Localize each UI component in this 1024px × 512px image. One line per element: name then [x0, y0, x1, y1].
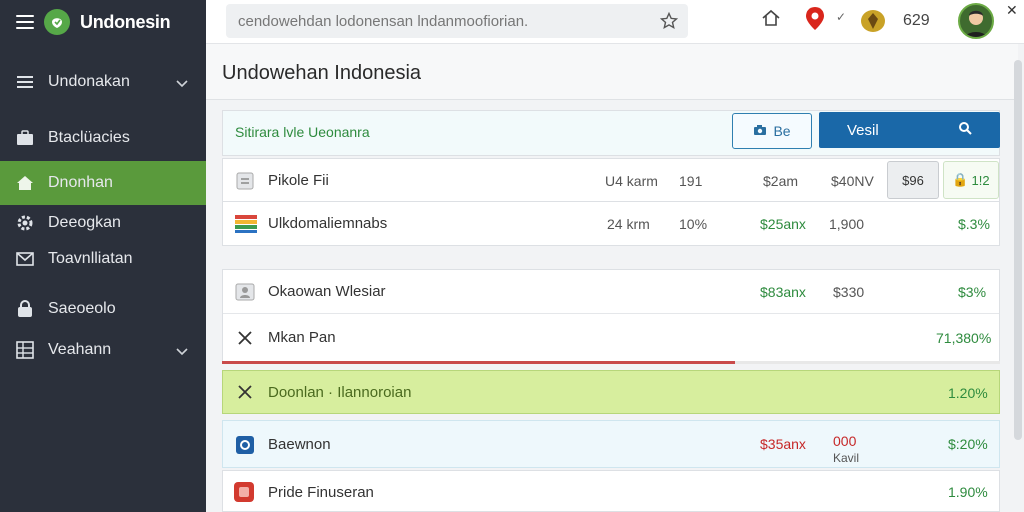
row-name: Ulkdomaliemnabs [268, 215, 388, 232]
table-row[interactable]: Okaowan Wlesiar $83anx $330 $3% [223, 270, 999, 314]
row-action-button[interactable]: 🔒 1!2 [943, 161, 999, 199]
briefcase-icon [16, 129, 34, 147]
topbar: ✓ 629 ✕ [206, 0, 1024, 44]
search-icon [958, 121, 972, 139]
primary-search-button[interactable]: Vesil [819, 112, 1000, 148]
row-cell: $3% [958, 284, 987, 300]
app-red-icon [233, 481, 255, 508]
row-button-label: 1!2 [971, 172, 990, 188]
row-cell: $:20% [948, 436, 988, 452]
row-cell: 1,900 [829, 216, 865, 232]
app-square-icon [235, 435, 255, 460]
row-name: Baewnon [268, 436, 331, 453]
search-input[interactable] [238, 11, 648, 31]
chevron-down-icon[interactable] [176, 343, 188, 361]
table-row[interactable]: Mkan Pan 71,380% [223, 316, 999, 360]
user-card-icon [235, 282, 255, 302]
row-cell: 1.90% [948, 484, 988, 500]
row-name: Okaowan Wlesiar [268, 283, 386, 300]
row-cell-sub: Kavil [833, 451, 860, 465]
primary-button-label: Vesil [847, 121, 879, 139]
toolbar-label: Sitirara lvle Ueonanra [235, 124, 370, 140]
small-button-label: Be [773, 123, 791, 139]
page-header: Undowehan Indonesia [206, 44, 1018, 100]
color-bars-icon [235, 214, 257, 234]
close-icon[interactable] [235, 328, 255, 348]
top-count: 629 [903, 12, 930, 29]
sidebar-item-label: Deeogkan [48, 214, 121, 231]
row-cell: U4 karm [605, 173, 658, 189]
toolbar-panel: Sitirara lvle Ueonanra Be Vesil [222, 110, 1000, 156]
sidebar-item-label: Veahann [48, 341, 112, 358]
grid-icon [16, 341, 34, 359]
home-icon [16, 174, 34, 192]
sidebar-item-label: Dnonhan [48, 174, 113, 191]
camera-icon [753, 123, 767, 139]
lock-icon [16, 300, 34, 318]
row-cell: 191 [679, 173, 703, 189]
progress-fill [222, 361, 736, 364]
emblem-icon[interactable] [860, 9, 886, 38]
sidebar-item-saeoeolo[interactable]: Saeoeolo [0, 287, 206, 331]
sidebar-item-label: Saeoeolo [48, 300, 116, 317]
sidebar-item-dnonhan[interactable]: Dnonhan [0, 161, 206, 205]
sidebar-item-label: Undonakan [48, 73, 130, 90]
brand: Undonesin [0, 0, 206, 44]
table-row-highlighted[interactable]: Doonlan · Ilannoroian 1.20% [222, 370, 1000, 414]
row-cell: $.3% [958, 216, 990, 232]
home-icon[interactable] [761, 8, 781, 33]
document-icon [235, 171, 255, 191]
close-icon[interactable]: ✕ [1006, 2, 1018, 19]
star-icon[interactable] [659, 11, 679, 35]
app-name: Undonesin [80, 11, 171, 32]
search-box [226, 4, 688, 38]
sidebar-item-toavnlliatan[interactable]: Toavnlliatan [0, 237, 206, 281]
row-cell: $2am [763, 173, 799, 189]
lock-icon: 🔒 [952, 172, 969, 187]
small-action-button[interactable]: Be [732, 113, 812, 149]
hamburger-menu-icon[interactable] [16, 15, 34, 29]
row-cell: 24 krm [607, 216, 650, 232]
logo-icon [44, 9, 70, 35]
sidebar-item-label: Toavnlliatan [48, 250, 133, 267]
row-name: Pride Finuseran [268, 484, 374, 501]
row-group: Okaowan Wlesiar $83anx $330 $3% Mkan Pan… [222, 269, 1000, 364]
table-row[interactable]: Pikole Fii U4 karm 191 $2am $40NV $96 🔒 1… [222, 158, 1000, 202]
row-cell: $83anx [760, 284, 806, 300]
row-cell: $25anx [760, 216, 806, 232]
table-row[interactable]: Ulkdomaliemnabs 24 krm 10% $25anx 1,900 … [222, 202, 1000, 246]
progress-bar [222, 361, 1000, 364]
sidebar-item-undonakan[interactable]: Undonakan [0, 60, 206, 104]
sidebar-item-btacluacies[interactable]: Btaclüacies [0, 116, 206, 160]
mail-icon [16, 250, 34, 268]
row-name: Pikole Fii [268, 172, 329, 189]
row-cell: $330 [833, 284, 865, 300]
small-mark-icon: ✓ [836, 10, 847, 24]
row-cell: $35anx [760, 436, 806, 452]
row-cell: 10% [679, 216, 708, 232]
row-action-button[interactable]: $96 [887, 161, 939, 199]
table-row[interactable]: Pride Finuseran 1.90% [222, 470, 1000, 512]
row-cell: 1.20% [948, 385, 988, 401]
row-cell: $40NV [831, 173, 874, 189]
sidebar-item-label: Btaclüacies [48, 129, 130, 146]
row-button-label: $96 [902, 172, 924, 188]
page-title: Undowehan Indonesia [222, 62, 422, 84]
row-name: Doonlan · Ilannoroian [268, 384, 412, 401]
close-icon[interactable] [235, 382, 255, 407]
row-cell: 71,380% [936, 330, 992, 346]
sidebar: Undonesin Undonakan Btaclüacies Dnonhan … [0, 0, 206, 512]
avatar[interactable] [958, 3, 994, 39]
chevron-down-icon[interactable] [176, 75, 188, 93]
gear-icon [16, 214, 34, 232]
map-pin-icon[interactable] [804, 6, 826, 37]
table-row[interactable]: Baewnon $35anx 000 Kavil $:20% [222, 420, 1000, 468]
list-icon [16, 73, 34, 91]
row-name: Mkan Pan [268, 329, 336, 346]
row-cell: 000 [833, 433, 857, 449]
scrollbar[interactable] [1014, 60, 1022, 440]
sidebar-item-veahann[interactable]: Veahann [0, 328, 206, 372]
